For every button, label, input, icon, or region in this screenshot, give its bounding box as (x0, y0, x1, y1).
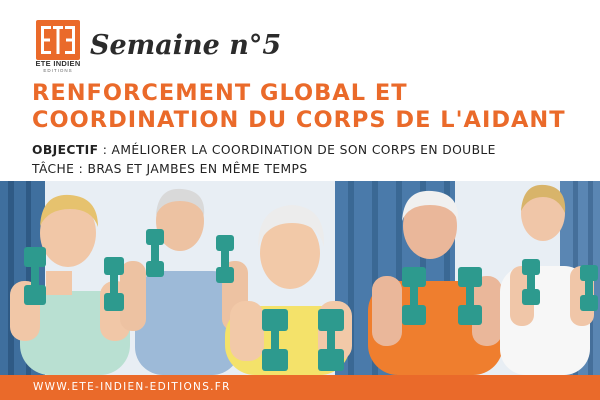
objective-text: OBJECTIF : AMÉLIORER LA COORDINATION DE … (32, 141, 597, 179)
objective-line-1: OBJECTIF : AMÉLIORER LA COORDINATION DE … (32, 141, 597, 160)
seniors-with-dumbbells-photo (0, 181, 600, 375)
website-link[interactable]: WWW.ETE-INDIEN-EDITIONS.FR (33, 381, 231, 393)
title-line-1: RENFORCEMENT GLOBAL ET (32, 80, 408, 106)
objective-line-1-rest: : AMÉLIORER LA COORDINATION DE SON CORPS… (98, 143, 496, 157)
brand-name: ETE INDIEN (35, 59, 81, 68)
objective-label: OBJECTIF (32, 143, 99, 157)
page-title: RENFORCEMENT GLOBAL ET COORDINATION DU C… (32, 80, 597, 134)
header: ETE INDIEN EDITIONS Semaine n°5 RENFORCE… (0, 0, 600, 180)
footer-bar: WWW.ETE-INDIEN-EDITIONS.FR (0, 375, 600, 400)
objective-line-2: TÂCHE : BRAS ET JAMBES EN MÊME TEMPS (32, 162, 308, 176)
week-label: Semaine n°5 (90, 30, 282, 61)
brand-subtitle: EDITIONS (43, 68, 73, 73)
title-line-2: COORDINATION DU CORPS DE L'AIDANT (32, 107, 566, 133)
